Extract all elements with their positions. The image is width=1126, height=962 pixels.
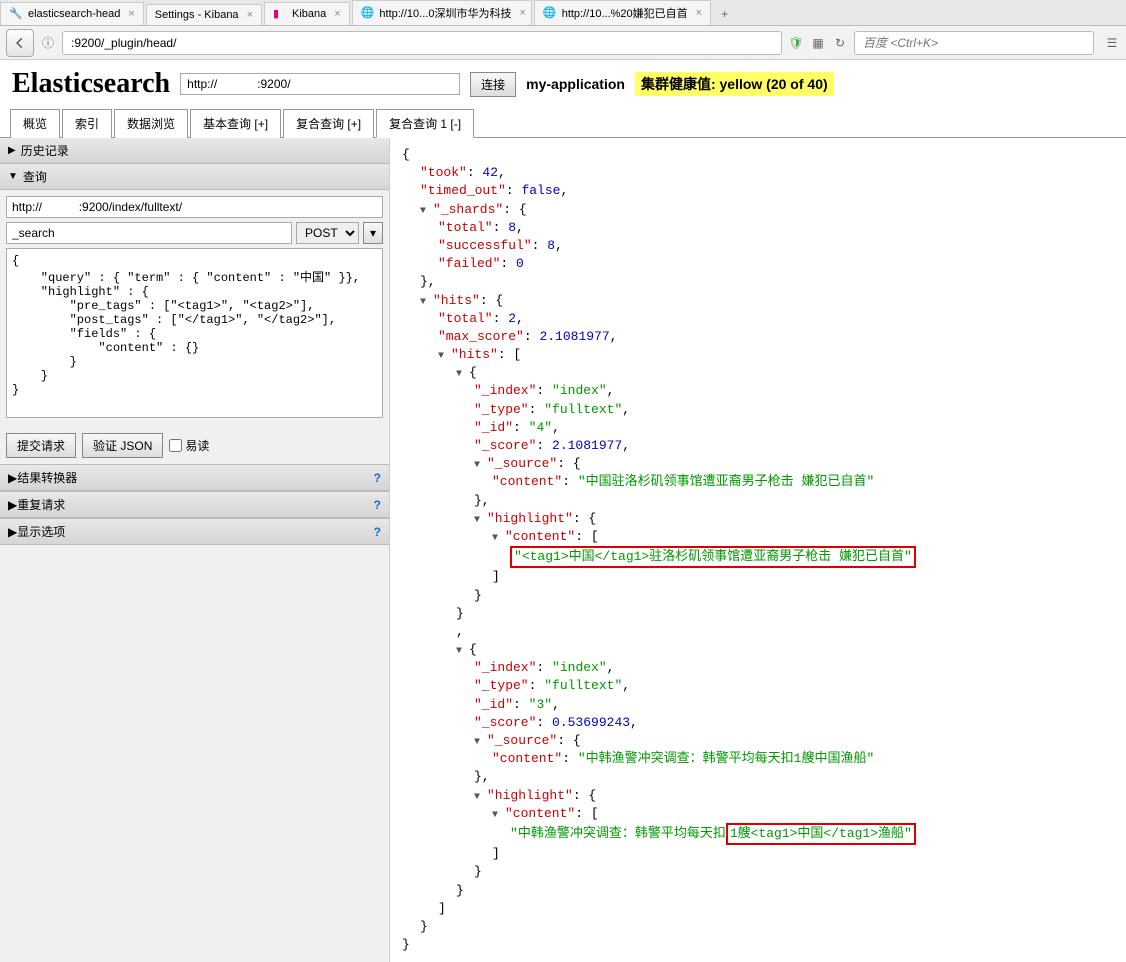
search-input[interactable] [854,31,1094,55]
transformer-label: 结果转换器 [17,469,77,486]
chevron-right-icon: ▶ [8,145,16,156]
chevron-down-icon[interactable]: ▼ [474,514,484,528]
pretty-checkbox-label[interactable]: 易读 [169,437,209,454]
help-icon[interactable]: ? [374,471,381,485]
tab-compound-query-1[interactable]: 复合查询 1 [-] [376,109,474,138]
chevron-down-icon[interactable]: ▼ [456,368,466,382]
tab-label: elasticsearch-head [28,8,120,20]
tab-label: http://10...0深圳市华为科技 [379,5,511,21]
transformer-panel-header[interactable]: ▶结果转换器? [0,464,389,491]
tab-basic-query[interactable]: 基本查询 [+] [190,109,281,138]
close-icon[interactable]: × [334,8,340,20]
help-icon[interactable]: ? [374,525,381,539]
close-icon[interactable]: × [519,7,525,19]
chevron-down-icon[interactable]: ▼ [492,532,502,546]
tab-compound-query[interactable]: 复合查询 [+] [283,109,374,138]
pretty-checkbox[interactable] [169,439,182,452]
action-buttons: 提交请求 验证 JSON 易读 [0,427,389,464]
address-bar: ⓘ 🛡 ▦ ↻ ☰ [0,26,1126,60]
tab-label: Kibana [292,8,326,20]
chevron-right-icon: ▶ [8,498,17,512]
chevron-down-icon[interactable]: ▼ [438,350,448,364]
query-panel-body: POST ▾ { "query" : { "term" : { "content… [0,190,389,427]
app-header: Elasticsearch 连接 my-application 集群健康值: y… [0,60,1126,108]
chevron-down-icon[interactable]: ▼ [420,296,430,310]
close-icon[interactable]: × [696,7,702,19]
chevron-down-icon[interactable]: ▼ [492,809,502,823]
chevron-down-icon[interactable]: ▼ [474,791,484,805]
new-tab-button[interactable]: + [713,3,736,25]
help-icon[interactable]: ? [374,498,381,512]
chevron-down-icon: ▼ [8,171,18,182]
info-icon[interactable]: ⓘ [40,35,56,51]
chevron-right-icon: ▶ [8,471,17,485]
close-icon[interactable]: × [247,9,253,21]
chevron-down-icon[interactable]: ▼ [474,736,484,750]
path-input[interactable] [6,222,292,244]
refresh-icon[interactable]: ↻ [832,35,848,51]
tab-index[interactable]: 索引 [62,109,112,138]
highlight-box: "<tag1>中国</tag1>驻洛杉矶领事馆遭亚裔男子枪击 嫌犯已自首" [510,546,916,568]
favicon-icon: 🌐 [361,6,375,20]
browser-tab-bar: 🔧elasticsearch-head× Settings - Kibana× … [0,0,1126,26]
close-icon[interactable]: × [128,8,134,20]
chevron-down-icon[interactable]: ▼ [456,645,466,659]
display-panel-header[interactable]: ▶显示选项? [0,518,389,545]
connect-button[interactable]: 连接 [470,72,516,97]
query-sidebar: ▶ 历史记录 ▼ 查询 POST ▾ { "query" : { "term" : … [0,138,390,962]
submit-button[interactable]: 提交请求 [6,433,76,458]
method-select[interactable]: POST [296,222,359,244]
menu-icon[interactable]: ☰ [1104,35,1120,51]
highlight-box: 1艘<tag1>中国</tag1>渔船" [726,823,916,845]
server-url-input[interactable] [6,196,383,218]
back-button[interactable] [6,29,34,57]
shield-icon[interactable]: 🛡 [788,35,804,51]
url-input[interactable] [62,31,782,55]
chevron-down-icon[interactable]: ▼ [420,205,430,219]
validate-json-button[interactable]: 验证 JSON [82,433,163,458]
browser-tab[interactable]: 🌐 http://10...%20嫌犯已自首 × [534,0,711,25]
history-dropdown-button[interactable]: ▾ [363,222,383,244]
tab-label: Settings - Kibana [155,9,239,21]
repeat-label: 重复请求 [17,496,65,513]
cluster-name: my-application [526,76,625,92]
browser-tab[interactable]: ▮ Kibana × [264,2,350,25]
display-label: 显示选项 [17,523,65,540]
repeat-panel-header[interactable]: ▶重复请求? [0,491,389,518]
main-content: ▶ 历史记录 ▼ 查询 POST ▾ { "query" : { "term" : … [0,138,1126,962]
tab-overview[interactable]: 概览 [10,109,60,138]
favicon-icon: 🌐 [543,6,557,20]
tab-browse[interactable]: 数据浏览 [114,109,188,138]
main-tabs: 概览 索引 数据浏览 基本查询 [+] 复合查询 [+] 复合查询 1 [-] [0,108,1126,138]
history-panel-header[interactable]: ▶ 历史记录 [0,138,389,164]
history-label: 历史记录 [21,142,69,159]
favicon-icon: 🔧 [9,7,23,21]
app-title: Elasticsearch [12,68,170,100]
arrow-left-icon [13,36,27,50]
chevron-down-icon[interactable]: ▼ [474,459,484,473]
connection-url-input[interactable] [180,73,460,95]
browser-tab[interactable]: 🔧 elasticsearch-head × [0,2,144,25]
query-panel-header[interactable]: ▼ 查询 [0,164,389,190]
qr-icon[interactable]: ▦ [810,35,826,51]
chevron-right-icon: ▶ [8,525,17,539]
chevron-down-icon: ▾ [370,226,376,240]
json-results: { "took": 42, "timed_out": false, ▼"_sha… [390,138,1126,962]
browser-tab[interactable]: Settings - Kibana × [146,4,262,25]
browser-tab[interactable]: 🌐 http://10...0深圳市华为科技 × [352,0,532,25]
cluster-health: 集群健康值: yellow (20 of 40) [635,72,834,96]
tab-label: http://10...%20嫌犯已自首 [562,5,688,21]
query-label: 查询 [23,168,47,185]
request-body-textarea[interactable]: { "query" : { "term" : { "content" : "中国… [6,248,383,418]
favicon-icon: ▮ [273,7,287,21]
